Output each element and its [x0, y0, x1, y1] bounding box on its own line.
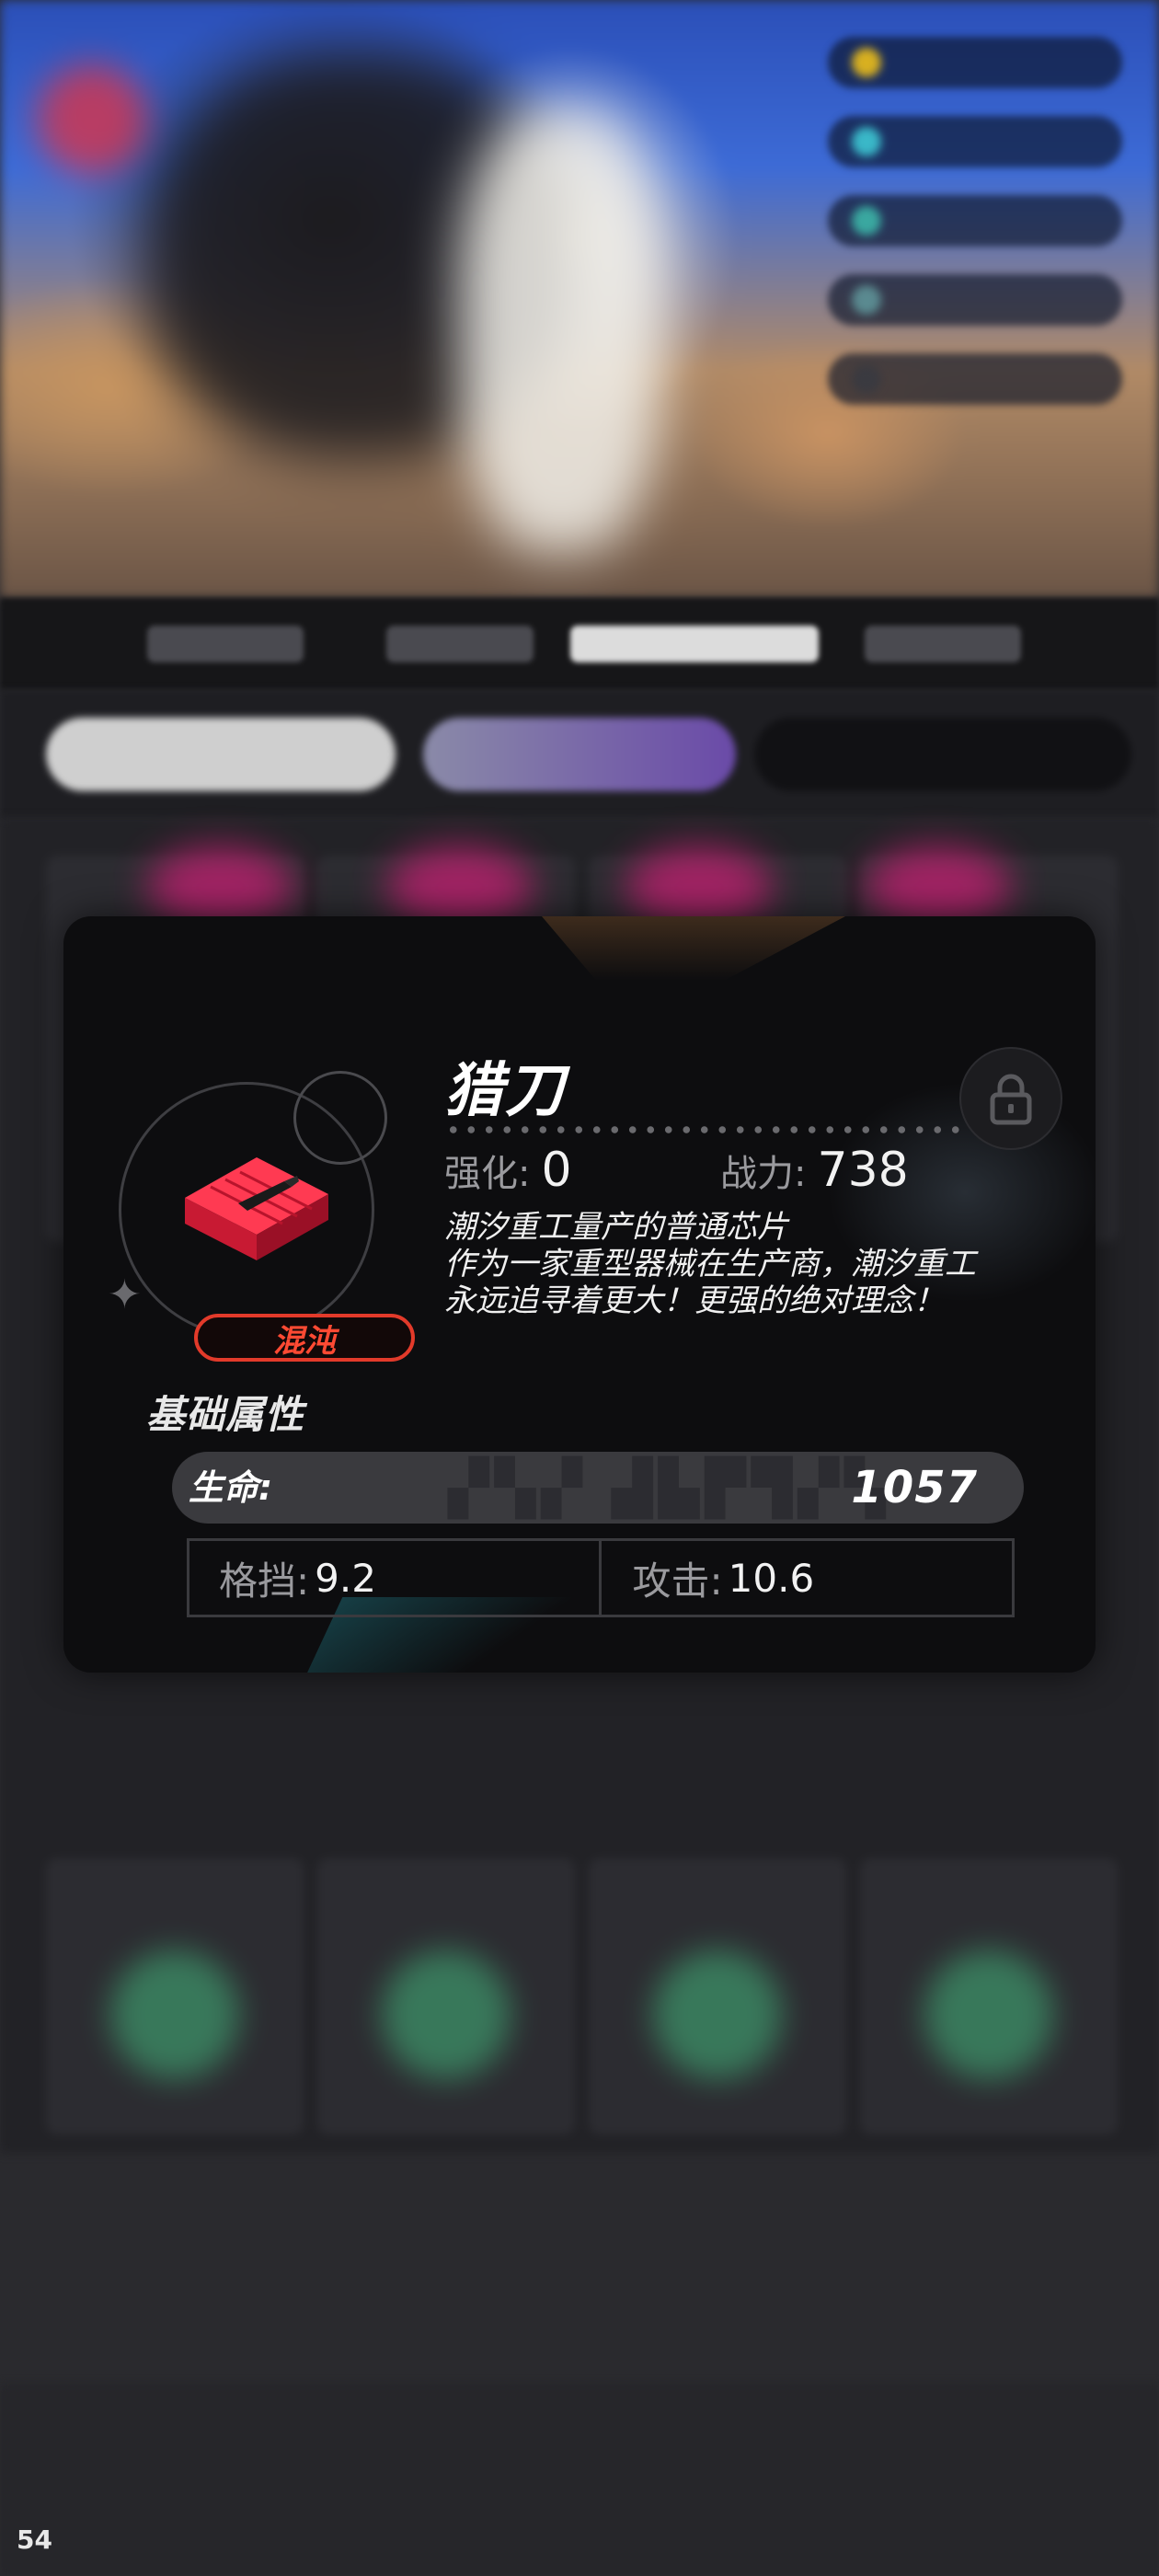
fps-counter: 54	[17, 2524, 52, 2555]
sub-stat-label: 攻击:	[632, 1558, 723, 1604]
filter-bar-blurred	[0, 690, 1159, 819]
chip-description: 潮汐重工量产的普通芯片 作为一家重型器械在生产商，潮汐重工 永远追寻着更大！更强…	[444, 1209, 1070, 1319]
sparkle-icon: ✦	[108, 1271, 142, 1318]
tab-bar-blurred	[0, 598, 1159, 690]
main-stat-value: 1057	[851, 1462, 978, 1513]
enhance-value: 0	[541, 1143, 572, 1198]
sub-stat-value: 10.6	[728, 1555, 815, 1601]
character-stats-blurred	[828, 37, 1122, 423]
power-label: 战力:	[720, 1153, 807, 1195]
sub-stat-label: 格挡:	[219, 1558, 310, 1604]
power-value: 738	[817, 1143, 909, 1198]
red-chip-blade-icon	[185, 1157, 328, 1260]
sub-stats-table: 格挡: 9.2 攻击: 10.6	[187, 1538, 1015, 1617]
dotted-divider	[444, 1124, 969, 1135]
description-line: 永远追寻着更大！更强的绝对理念！	[444, 1282, 945, 1319]
sub-stat-attack: 攻击: 10.6	[598, 1541, 1013, 1615]
panel-decoration	[542, 916, 845, 981]
lock-button[interactable]	[959, 1047, 1062, 1150]
bottom-bar-blurred	[0, 2383, 1159, 2576]
rarity-badge: 混沌	[194, 1314, 415, 1362]
chip-name: 猎刀	[444, 1057, 566, 1125]
power-stat: 战力: 738	[720, 1143, 909, 1198]
sub-stat-value: 9.2	[315, 1555, 376, 1601]
chip-detail-panel: ✦ 混沌 猎刀 强化: 0 战力: 738 潮汐重工量产的普通芯片 作为一家重型…	[63, 916, 1096, 1673]
sub-stat-block: 格挡: 9.2	[189, 1541, 599, 1615]
base-attributes-title: 基础属性	[146, 1392, 305, 1437]
lock-icon	[990, 1074, 1032, 1125]
enhance-label: 强化:	[444, 1153, 531, 1195]
main-stat-label: 生命:	[189, 1467, 273, 1508]
enhance-stat: 强化: 0	[444, 1143, 572, 1198]
description-line: 作为一家重型器械在生产商，潮汐重工	[444, 1246, 976, 1282]
description-line: 潮汐重工量产的普通芯片	[444, 1209, 788, 1246]
